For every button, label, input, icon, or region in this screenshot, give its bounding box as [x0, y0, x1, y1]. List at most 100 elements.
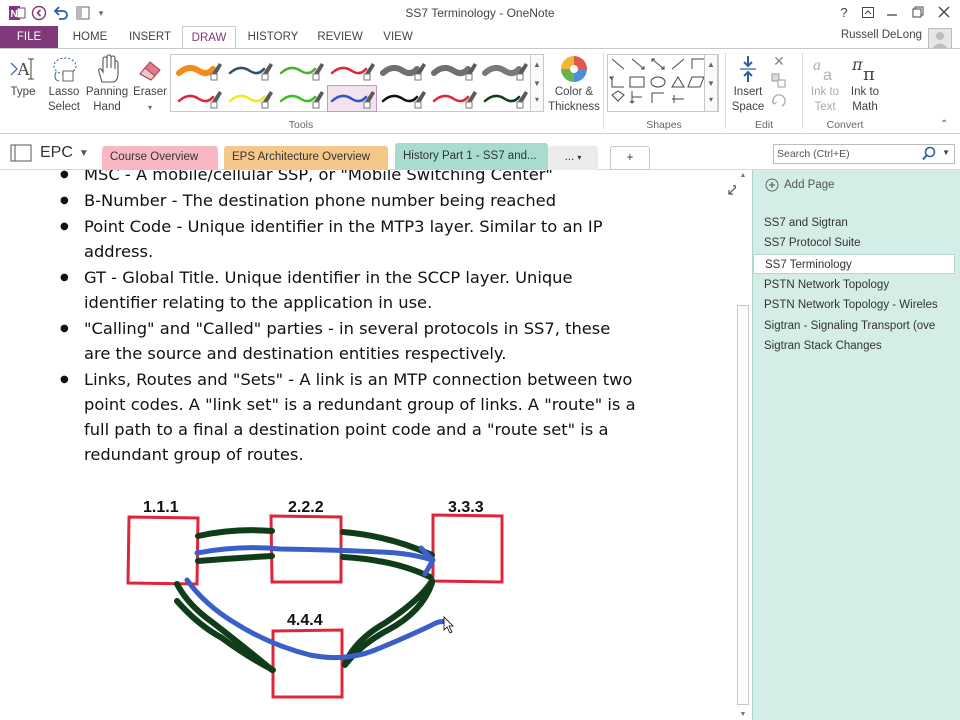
page-item[interactable]: Sigtran Stack Changes [753, 336, 955, 356]
tab-draw[interactable]: DRAW [182, 26, 236, 49]
tab-home[interactable]: HOME [64, 26, 116, 48]
help-icon[interactable]: ? [832, 2, 856, 22]
arrange-icon[interactable] [768, 73, 790, 93]
pen-gallery [170, 54, 544, 112]
color-thickness-button[interactable]: Color & Thickness [546, 53, 602, 115]
section-tab-eps-architecture[interactable]: EPS Architecture Overview [224, 146, 388, 170]
pen-swatch[interactable] [226, 58, 274, 83]
avatar[interactable] [928, 28, 952, 50]
pen-swatch[interactable] [430, 86, 478, 111]
section-tab-course-overview[interactable]: Course Overview [102, 146, 218, 170]
pen-swatch[interactable] [481, 58, 529, 83]
page-item[interactable]: Sigtran - Signaling Transport (ove [753, 316, 955, 336]
gallery-up-icon[interactable]: ▲ [531, 55, 543, 74]
node-label-1-1-1: 1.1.1 [143, 499, 179, 516]
pen-swatch[interactable] [328, 58, 376, 83]
search-input[interactable] [774, 145, 922, 163]
pen-gallery-scroll[interactable]: ▲ ▼ ▾ [530, 54, 544, 112]
page-item[interactable]: PSTN Network Topology [753, 275, 955, 295]
shapes-icon[interactable] [608, 55, 718, 111]
section-more-label: ... [564, 151, 575, 163]
collapse-ribbon-icon[interactable]: ⌃ [940, 119, 948, 130]
panning-hand-button[interactable]: Panning Hand [84, 53, 130, 115]
pen-swatch[interactable] [327, 85, 377, 112]
shapes-up-icon[interactable]: ▲ [705, 55, 717, 74]
pen-swatch[interactable] [379, 86, 427, 111]
tab-view[interactable]: VIEW [376, 26, 420, 48]
page-canvas[interactable]: MSC - A mobile/cellular SSP, or "Mobile … [0, 170, 736, 720]
pen-swatch[interactable] [430, 58, 478, 83]
color-wheel-icon [546, 53, 602, 85]
search-icon[interactable] [922, 146, 936, 164]
eraser-button[interactable]: Eraser ▾ [130, 53, 170, 115]
scroll-down-icon[interactable]: ▼ [736, 711, 750, 718]
section-tab-history-part-1[interactable]: History Part 1 - SS7 and... [395, 143, 548, 171]
lasso-select-button[interactable]: Lasso Select [44, 53, 84, 115]
notebook-dropdown-icon: ▼ [78, 147, 89, 159]
lasso-icon [44, 53, 84, 85]
svg-text:a: a [823, 67, 832, 84]
close-icon[interactable] [932, 2, 956, 22]
notebook-picker[interactable]: EPC ▼ [10, 144, 89, 162]
ribbon-tabs: FILE HOME INSERT DRAW HISTORY REVIEW VIE… [0, 26, 960, 50]
page-item[interactable]: SS7 Protocol Suite [753, 233, 955, 253]
pen-swatch[interactable] [226, 86, 274, 111]
link-1-2-bottom [195, 553, 275, 564]
tab-history[interactable]: HISTORY [242, 26, 304, 48]
pen-swatch[interactable] [175, 58, 223, 83]
ribbon-display-icon[interactable] [856, 2, 880, 22]
text-cursor-icon: A [4, 53, 42, 85]
ink-to-math-label-2: Math [852, 101, 878, 113]
search-box[interactable]: ▼ [773, 144, 955, 164]
ink-to-text-button[interactable]: aa Ink to Text [805, 53, 845, 115]
gallery-down-icon[interactable]: ▼ [531, 74, 543, 93]
node-label-3-3-3: 3.3.3 [448, 499, 484, 516]
section-tab-more[interactable]: ... ▾ [548, 146, 598, 170]
window-title: SS7 Terminology - OneNote [405, 6, 555, 20]
lasso-label-1: Lasso [48, 86, 80, 98]
pen-swatch[interactable] [481, 86, 529, 111]
shapes-down-icon[interactable]: ▼ [705, 74, 717, 93]
shapes-more-icon[interactable]: ▾ [705, 93, 717, 107]
search-scope-dropdown-icon[interactable]: ▼ [942, 148, 950, 157]
tab-file[interactable]: FILE [0, 26, 58, 48]
add-page-button[interactable]: Add Page [765, 178, 835, 192]
user-name[interactable]: Russell DeLong [841, 29, 922, 41]
add-section-button[interactable]: + [610, 146, 650, 170]
add-page-icon [765, 178, 779, 192]
hand-icon [84, 53, 130, 85]
eraser-dropdown-icon[interactable]: ▾ [130, 100, 170, 115]
ink-to-text-label-2: Text [814, 101, 836, 113]
tab-insert[interactable]: INSERT [122, 26, 178, 48]
ink-to-text-label-1: Ink to [810, 86, 840, 98]
node-label-4-4-4: 4.4.4 [287, 612, 323, 629]
gallery-more-icon[interactable]: ▾ [531, 93, 543, 107]
delete-icon[interactable]: ✕ [768, 53, 790, 73]
node-label-2-2-2: 2.2.2 [288, 499, 324, 516]
insert-space-button[interactable]: Insert Space [728, 53, 768, 115]
network-diagram[interactable]: 1.1.1 2.2.2 3.3.3 4.4.4 [0, 170, 736, 720]
tools-group-label: Tools [288, 119, 314, 131]
section-more-dropdown-icon: ▾ [577, 153, 582, 162]
title-bar: N ▾ SS7 Terminology - OneNote ? [0, 0, 960, 26]
pen-swatch[interactable] [277, 58, 325, 83]
ink-to-math-button[interactable]: ππ Ink to Math [845, 53, 885, 115]
full-page-view-icon[interactable] [727, 184, 736, 199]
shapes-gallery [607, 54, 719, 112]
pen-swatch[interactable] [379, 58, 427, 83]
page-item[interactable]: PSTN Network Topology - Wireles [753, 295, 955, 315]
rotate-icon[interactable] [768, 93, 790, 113]
page-item[interactable]: SS7 and Sigtran [753, 213, 955, 233]
type-button[interactable]: A Type [4, 53, 42, 100]
page-item-selected[interactable]: SS7 Terminology [753, 254, 955, 274]
minimize-icon[interactable] [880, 2, 904, 22]
pen-swatch[interactable] [277, 86, 325, 111]
scrollbar-thumb[interactable] [737, 305, 749, 705]
restore-icon[interactable] [906, 2, 930, 22]
shapes-gallery-scroll[interactable]: ▲ ▼ ▾ [704, 54, 718, 112]
group-separator [603, 53, 604, 129]
scroll-up-icon[interactable]: ▲ [736, 172, 750, 179]
link-1-4-inner [174, 581, 275, 673]
tab-review[interactable]: REVIEW [310, 26, 370, 48]
pen-swatch[interactable] [175, 86, 223, 111]
